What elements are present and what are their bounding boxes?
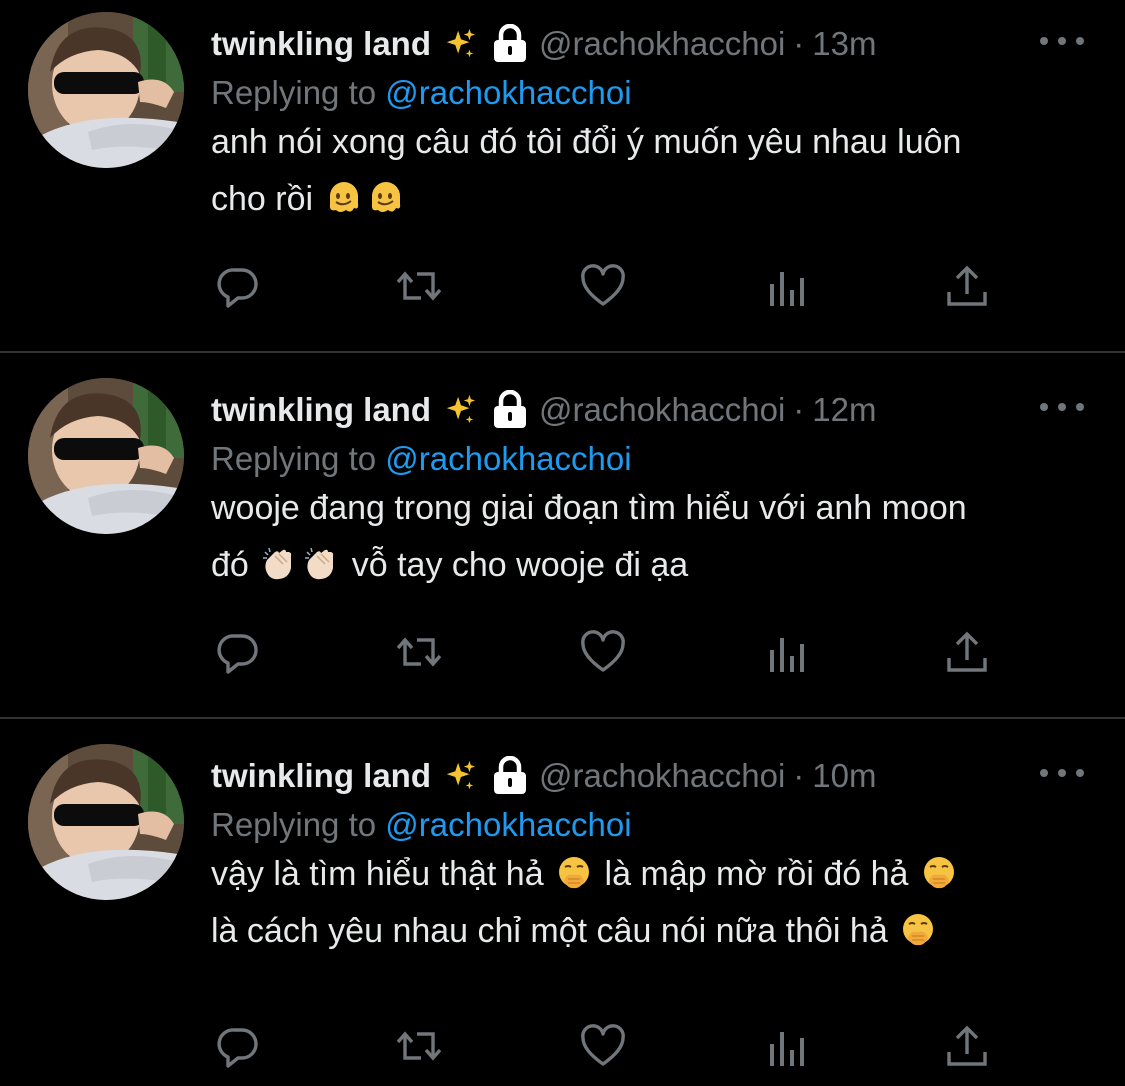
analytics-icon[interactable] [762, 1022, 810, 1070]
melting-face-icon [326, 180, 362, 216]
retweet-icon[interactable] [395, 262, 443, 310]
separator: · [793, 25, 805, 62]
share-icon[interactable] [943, 262, 991, 310]
text-span: cho rồi [211, 180, 314, 218]
replying-to: Replying to @rachokhacchoi [211, 440, 632, 478]
lock-icon [491, 756, 529, 796]
avatar[interactable] [28, 378, 184, 534]
clapping-hands-icon [303, 546, 339, 582]
text-span: đó [211, 546, 249, 584]
text-span: vỗ tay cho wooje đi ạa [351, 546, 689, 584]
mention-link[interactable]: @rachokhacchoi [385, 806, 631, 843]
lock-icon [491, 390, 529, 430]
text-span: vậy là tìm hiểu thật hả [211, 855, 544, 893]
separator: · [793, 391, 805, 428]
clapping-hands-icon [261, 546, 297, 582]
text-line: anh nói xong câu đó tôi đổi ý muốn yêu n… [211, 123, 962, 161]
melting-face-icon [368, 180, 404, 216]
display-name[interactable]: twinkling land [211, 25, 431, 63]
timestamp[interactable]: 13m [812, 25, 876, 63]
handle[interactable]: @rachokhacchoi [539, 25, 785, 63]
text-line: vậy là tìm hiểu thật hả là mập mờ rồi đó… [211, 846, 1091, 903]
share-icon[interactable] [943, 1022, 991, 1070]
tweet-text: anh nói xong câu đó tôi đổi ý muốn yêu n… [211, 114, 1091, 228]
tweet[interactable]: twinkling land @rachokhacchoi · 12m Repl… [0, 366, 1125, 719]
reply-icon[interactable] [214, 628, 262, 676]
replying-prefix: Replying to [211, 74, 377, 111]
share-icon[interactable] [943, 628, 991, 676]
reply-icon[interactable] [214, 1022, 262, 1070]
replying-to: Replying to @rachokhacchoi [211, 806, 632, 844]
retweet-icon[interactable] [395, 1022, 443, 1070]
text-line: đó vỗ tay cho wooje đi ạa [211, 537, 1091, 594]
sparkles-icon [443, 27, 477, 61]
like-icon[interactable] [579, 1022, 627, 1070]
display-name[interactable]: twinkling land [211, 757, 431, 795]
handle[interactable]: @rachokhacchoi [539, 757, 785, 795]
reply-icon[interactable] [214, 262, 262, 310]
more-icon[interactable] [1040, 758, 1084, 788]
tweet[interactable]: twinkling land @rachokhacchoi · 13m Repl… [0, 0, 1125, 353]
text-line: là cách yêu nhau chỉ một câu nói nữa thô… [211, 903, 1091, 960]
replying-prefix: Replying to [211, 806, 377, 843]
lock-icon [491, 24, 529, 64]
more-icon[interactable] [1040, 26, 1084, 56]
face-with-hand-over-mouth-icon [900, 912, 936, 948]
text-line: cho rồi [211, 171, 1091, 228]
replying-prefix: Replying to [211, 440, 377, 477]
tweet-text: wooje đang trong giai đoạn tìm hiểu với … [211, 480, 1091, 594]
face-with-hand-over-mouth-icon [556, 855, 592, 891]
avatar[interactable] [28, 744, 184, 900]
timestamp[interactable]: 10m [812, 757, 876, 795]
text-line: wooje đang trong giai đoạn tìm hiểu với … [211, 489, 967, 527]
tweet-header: twinkling land @rachokhacchoi · 12m [211, 386, 877, 434]
text-span: là cách yêu nhau chỉ một câu nói nữa thô… [211, 912, 888, 950]
tweet-text: vậy là tìm hiểu thật hả là mập mờ rồi đó… [211, 846, 1091, 960]
handle[interactable]: @rachokhacchoi [539, 391, 785, 429]
tweet-header: twinkling land @rachokhacchoi · 10m [211, 752, 877, 800]
display-name[interactable]: twinkling land [211, 391, 431, 429]
like-icon[interactable] [579, 262, 627, 310]
divider [0, 351, 1125, 353]
text-span: là mập mờ rồi đó hả [604, 855, 909, 893]
sparkles-icon [443, 393, 477, 427]
more-icon[interactable] [1040, 392, 1084, 422]
replying-to: Replying to @rachokhacchoi [211, 74, 632, 112]
face-with-hand-over-mouth-icon [921, 855, 957, 891]
mention-link[interactable]: @rachokhacchoi [385, 440, 631, 477]
separator: · [793, 757, 805, 794]
timestamp[interactable]: 12m [812, 391, 876, 429]
retweet-icon[interactable] [395, 628, 443, 676]
divider [0, 717, 1125, 719]
tweet-header: twinkling land @rachokhacchoi · 13m [211, 20, 877, 68]
avatar[interactable] [28, 12, 184, 168]
tweet[interactable]: twinkling land @rachokhacchoi · 10m Repl… [0, 732, 1125, 1086]
analytics-icon[interactable] [762, 262, 810, 310]
mention-link[interactable]: @rachokhacchoi [385, 74, 631, 111]
sparkles-icon [443, 759, 477, 793]
like-icon[interactable] [579, 628, 627, 676]
analytics-icon[interactable] [762, 628, 810, 676]
